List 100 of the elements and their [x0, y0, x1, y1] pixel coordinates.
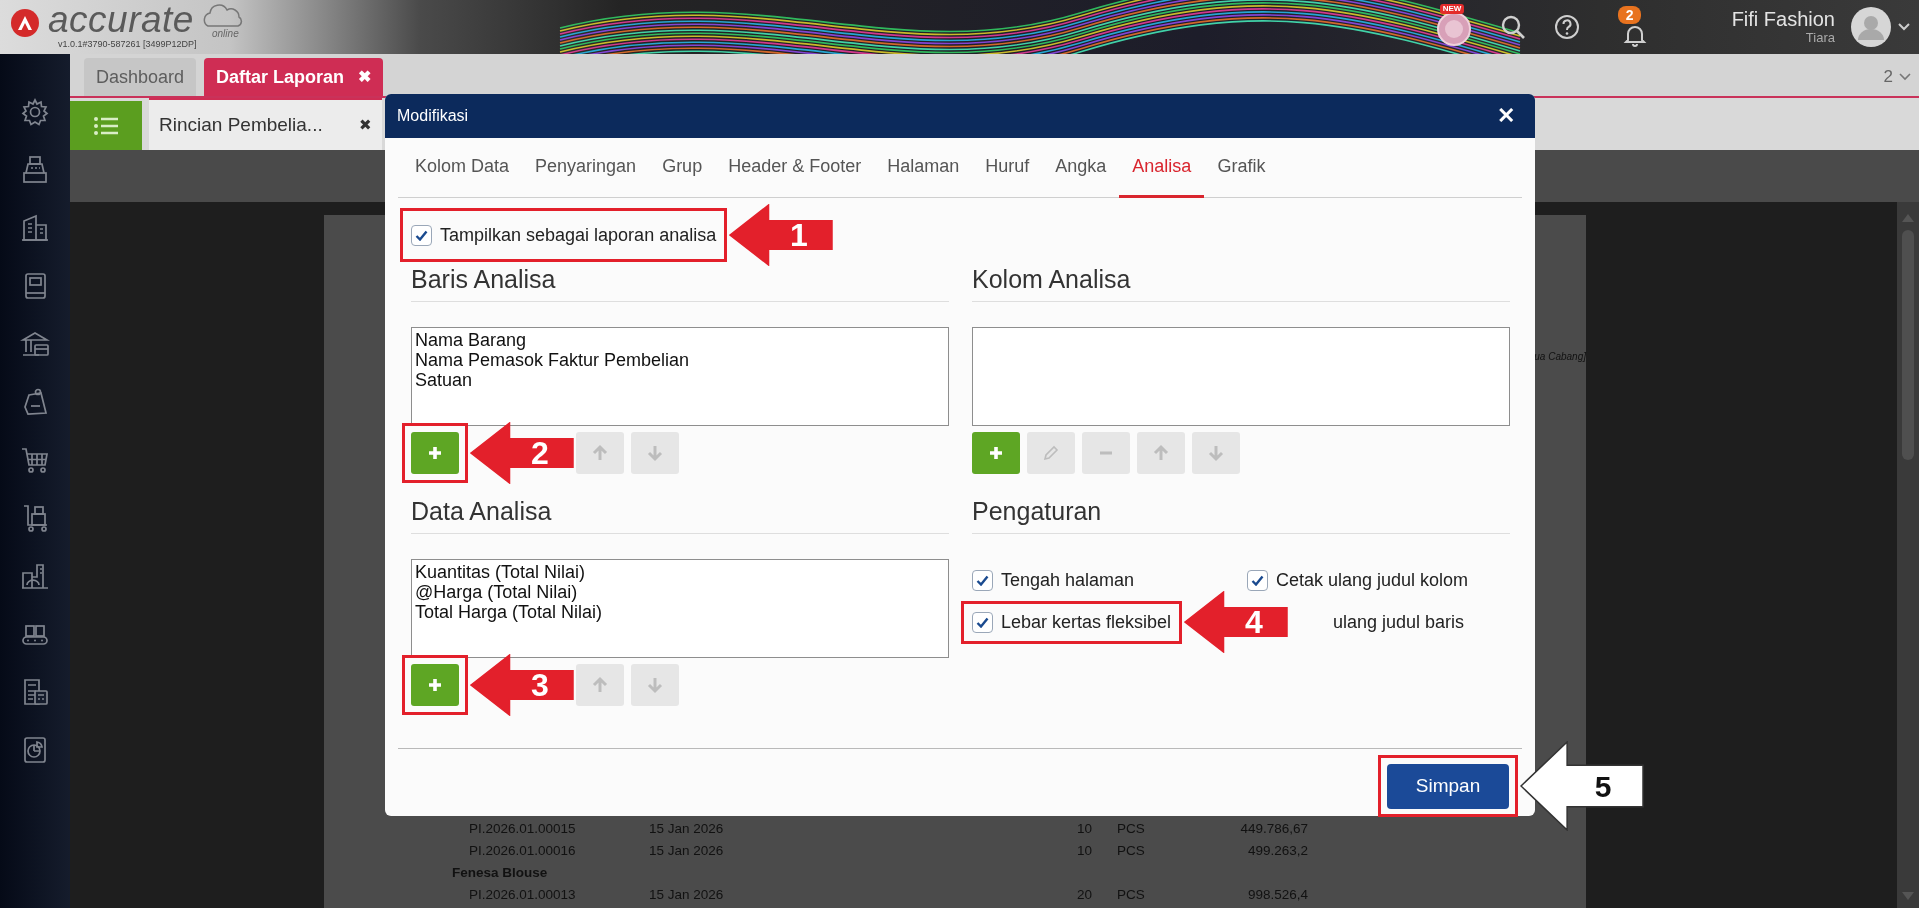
checkbox-label: Tampilkan sebagai laporan analisa [440, 223, 717, 247]
tab-label: Daftar Laporan [216, 65, 345, 89]
table-cell-text: 10 [1075, 841, 1092, 860]
notification-count: 2 [1617, 6, 1642, 24]
tab[interactable]: Header & Footer [715, 138, 875, 198]
check-icon [976, 616, 989, 628]
list-icon [93, 115, 119, 136]
close-icon[interactable]: ✖ [358, 65, 372, 89]
callout-arrow: 2 [470, 422, 574, 484]
section-title: Pengaturan [972, 496, 1510, 534]
window-count[interactable]: 2 [1883, 64, 1893, 90]
cart-icon[interactable] [20, 445, 50, 475]
bank-icon[interactable] [20, 329, 50, 359]
caret-icon[interactable] [1897, 22, 1911, 32]
list-item[interactable]: Nama Pemasok Faktur Pembelian [415, 350, 945, 370]
logo-subtitle: online [212, 27, 239, 41]
checkbox-label: Cetak ulang judul kolom [1276, 568, 1469, 592]
minus-icon [1099, 451, 1113, 455]
tab[interactable]: Daftar Laporan ✖ [204, 58, 384, 96]
arrow-up-icon [1152, 444, 1170, 462]
table-cell-text: 499.263,2 [1246, 841, 1308, 860]
list-box[interactable] [972, 327, 1510, 426]
table-cell-text: PI.2026.01.00015 [469, 819, 577, 838]
tab-label: Rincian Pembelia... [159, 112, 323, 137]
bell-icon [1622, 23, 1647, 47]
add-button[interactable] [411, 432, 459, 474]
tab[interactable]: Penyaringan [522, 138, 650, 198]
table-cell-text: PCS [1117, 819, 1146, 838]
user-name: Fifi Fashion [1731, 8, 1835, 30]
list-item[interactable]: @Harga (Total Nilai) [415, 582, 945, 602]
settings-icon[interactable] [20, 97, 50, 127]
arrow-down-icon [646, 444, 664, 462]
factory-icon[interactable] [20, 561, 50, 591]
avatar[interactable] [1851, 7, 1891, 47]
tab[interactable]: Angka [1042, 138, 1120, 198]
callout-arrow: 1 [729, 204, 834, 266]
list-box[interactable]: Nama Barang Nama Pemasok Faktur Pembelian Satuan [411, 327, 949, 426]
table-cell-text: 449.786,67 [1239, 819, 1308, 838]
search-icon[interactable] [1499, 14, 1526, 40]
callout-arrow: 4 [1184, 591, 1289, 653]
arrow-down-icon [646, 676, 664, 694]
table-cell-text: PCS [1117, 841, 1146, 860]
list-item[interactable]: Total Harga (Total Nilai) [415, 602, 945, 622]
table-cell-text: 15 Jan 2026 [649, 819, 725, 838]
table-cell-text: 15 Jan 2026 [649, 841, 725, 860]
checkbox-label: Lebar kertas fleksibel [1001, 610, 1172, 634]
tab[interactable]: Grup [649, 138, 716, 198]
tab[interactable]: Dashboard [84, 58, 197, 96]
checkbox-label: ulang judul baris [1333, 610, 1465, 634]
checkbox[interactable] [411, 224, 432, 246]
tab[interactable]: Kolom Data [402, 138, 523, 198]
section-title: Kolom Analisa [972, 264, 1510, 302]
add-button[interactable] [411, 664, 459, 706]
check-icon [1251, 574, 1264, 586]
arrow-up-icon [591, 676, 609, 694]
plus-icon [987, 444, 1005, 462]
callout-arrow: 5 [1520, 741, 1644, 831]
checkbox[interactable] [1247, 569, 1268, 591]
check-icon [976, 574, 989, 586]
table-cell-text: 998.526,4 [1246, 885, 1308, 904]
logo-icon [10, 8, 40, 38]
table-cell-text: PI.2026.01.00016 [469, 841, 577, 860]
dialog-title: Modifikasi [397, 106, 469, 126]
arrow-down-icon [1207, 444, 1225, 462]
check-icon [415, 229, 428, 241]
checkbox-label: Tengah halaman [1001, 568, 1135, 592]
table-cell-text: PI.2026.01.00013 [469, 885, 577, 904]
close-icon[interactable]: ✖ [359, 113, 372, 137]
pencil-icon [1042, 444, 1060, 462]
user-role: Tiara [1804, 30, 1835, 46]
table-cell-text: 20 [1075, 885, 1092, 904]
new-features-button[interactable]: NEW [1433, 7, 1474, 47]
tab[interactable]: Huruf [972, 138, 1043, 198]
plus-icon [426, 676, 444, 694]
arrow-up-icon [591, 444, 609, 462]
menu-button[interactable] [70, 101, 142, 150]
tab[interactable]: Halaman [874, 138, 973, 198]
list-item[interactable]: Kuantitas (Total Nilai) [415, 562, 945, 582]
list-item[interactable]: Nama Barang [415, 330, 945, 350]
group-title: Fenesa Blouse [452, 863, 548, 882]
section-title: Data Analisa [411, 496, 949, 534]
table-cell-text: 15 Jan 2026 [649, 885, 725, 904]
checkbox[interactable] [972, 611, 993, 633]
building-icon[interactable] [20, 213, 50, 243]
tab[interactable]: Analisa [1119, 138, 1205, 198]
scrollbar[interactable] [1897, 202, 1919, 908]
tab[interactable]: Grafik [1204, 138, 1279, 198]
tab[interactable]: Rincian Pembelia... ✖ [149, 98, 382, 150]
cash-register-icon[interactable] [20, 155, 50, 185]
table-cell-text: PCS [1117, 885, 1146, 904]
table-cell-text: 10 [1075, 819, 1092, 838]
list-box[interactable]: Kuantitas (Total Nilai) @Harga (Total Nilai) Total Harga (Total Nilai) [411, 559, 949, 658]
help-icon[interactable] [1553, 14, 1580, 40]
add-button[interactable] [972, 432, 1020, 474]
close-button[interactable]: ✕ [1497, 105, 1515, 127]
logo-text: accurate [48, 2, 194, 38]
checkbox[interactable] [972, 569, 993, 591]
list-item[interactable]: Satuan [415, 370, 945, 390]
version-text: v1.0.1#3790-587261 [3499P12DP] [58, 38, 197, 51]
save-button[interactable]: Simpan [1387, 763, 1509, 809]
